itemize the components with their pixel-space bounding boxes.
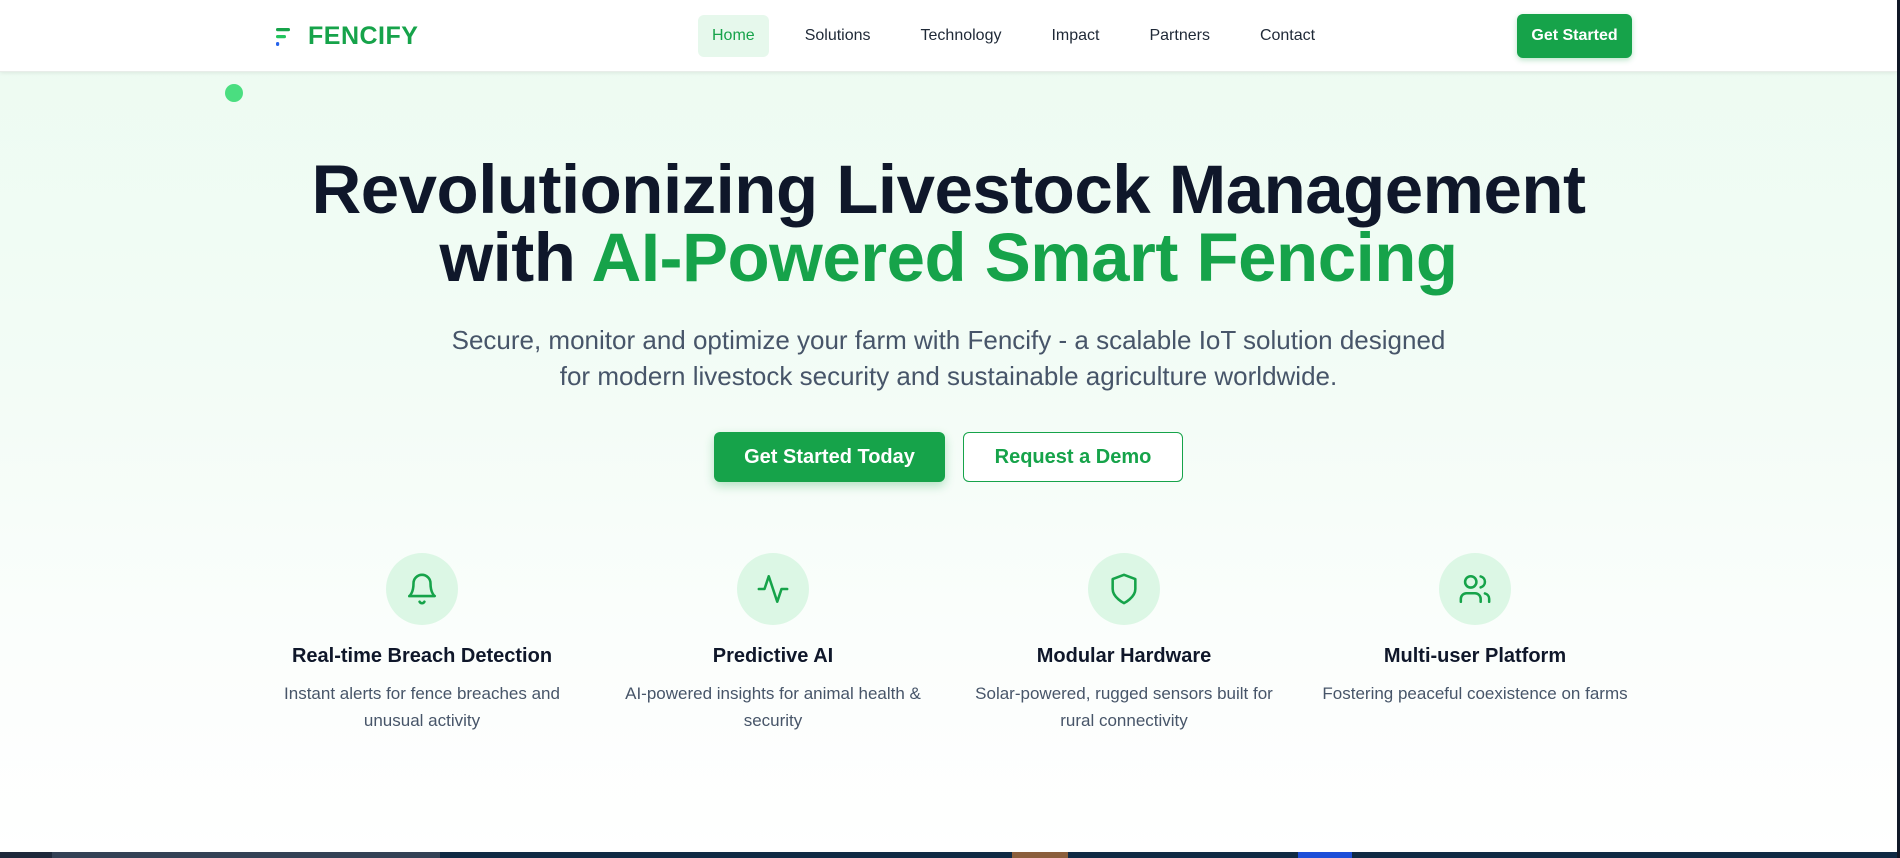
feature-card-breach: Real-time Breach Detection Instant alert… [262,553,582,734]
bottom-segment [1352,852,1897,858]
request-demo-button[interactable]: Request a Demo [963,432,1183,482]
site-header: FENCIFY Home Solutions Technology Impact… [0,0,1897,72]
feature-title: Multi-user Platform [1383,645,1567,667]
feature-card-hardware: Modular Hardware Solar-powered, rugged s… [964,553,1284,734]
brand-name: FENCIFY [308,22,419,50]
feature-desc-line: Instant alerts for fence breaches and [284,684,560,703]
hero-subtitle-line2: for modern livestock security and sustai… [559,361,1338,391]
bottom-segment [52,852,440,858]
feature-description: Instant alerts for fence breaches and un… [262,680,582,734]
feature-description: Fostering peaceful coexistence on farms [1315,680,1635,707]
feature-desc-line: security [743,711,803,730]
feature-desc-line: Fostering peaceful coexistence on farms [1322,684,1628,703]
feature-description: AI-powered insights for animal health & … [613,680,933,734]
feature-desc-line: AI-powered insights for animal health & [625,684,921,703]
bottom-segment [0,852,52,858]
hero-title-accent: AI-Powered Smart Fencing [591,219,1459,296]
hero-title: Revolutionizing Livestock Management wit… [0,155,1897,292]
bell-icon [407,573,437,605]
feature-icon-wrapper [737,553,809,625]
main-nav: Home Solutions Technology Impact Partner… [698,15,1345,57]
feature-desc-line: rural connectivity [1060,711,1188,730]
features-section: Real-time Breach Detection Instant alert… [0,553,1897,753]
hero-title-line1: Revolutionizing Livestock Management [311,151,1586,228]
feature-icon-wrapper [386,553,458,625]
activity-icon [757,574,789,604]
nav-partners[interactable]: Partners [1135,15,1223,57]
shield-icon [1111,573,1137,605]
feature-title: Modular Hardware [1036,645,1212,667]
nav-technology[interactable]: Technology [907,15,1016,57]
brand-logo[interactable]: FENCIFY [274,22,418,51]
nav-solutions[interactable]: Solutions [791,15,885,57]
nav-impact[interactable]: Impact [1037,15,1113,57]
hero-subtitle-line1: Secure, monitor and optimize your farm w… [451,325,1446,355]
bottom-segment [440,852,1012,858]
feature-description: Solar-powered, rugged sensors built for … [964,680,1284,734]
logo-mark-icon [276,27,290,46]
decorative-dot [225,84,243,102]
feature-icon-wrapper [1439,553,1511,625]
feature-desc-line: unusual activity [363,711,481,730]
feature-card-multiuser: Multi-user Platform Fostering peaceful c… [1315,553,1635,707]
nav-home[interactable]: Home [698,15,769,57]
feature-desc-line: Solar-powered, rugged sensors built for [975,684,1273,703]
feature-card-predictive: Predictive AI AI-powered insights for an… [613,553,933,734]
get-started-today-button[interactable]: Get Started Today [714,432,945,482]
feature-title: Real-time Breach Detection [291,645,553,667]
bottom-segment [1068,852,1298,858]
feature-icon-wrapper [1088,553,1160,625]
get-started-button[interactable]: Get Started [1517,14,1632,58]
nav-contact[interactable]: Contact [1246,15,1329,57]
bottom-segment [1012,852,1068,858]
bottom-segment [1298,852,1352,858]
users-icon [1459,574,1491,604]
hero-title-line2-prefix: with [439,219,592,296]
hero-subtitle: Secure, monitor and optimize your farm w… [0,322,1897,394]
next-section-edge [0,852,1897,858]
feature-title: Predictive AI [712,645,834,667]
